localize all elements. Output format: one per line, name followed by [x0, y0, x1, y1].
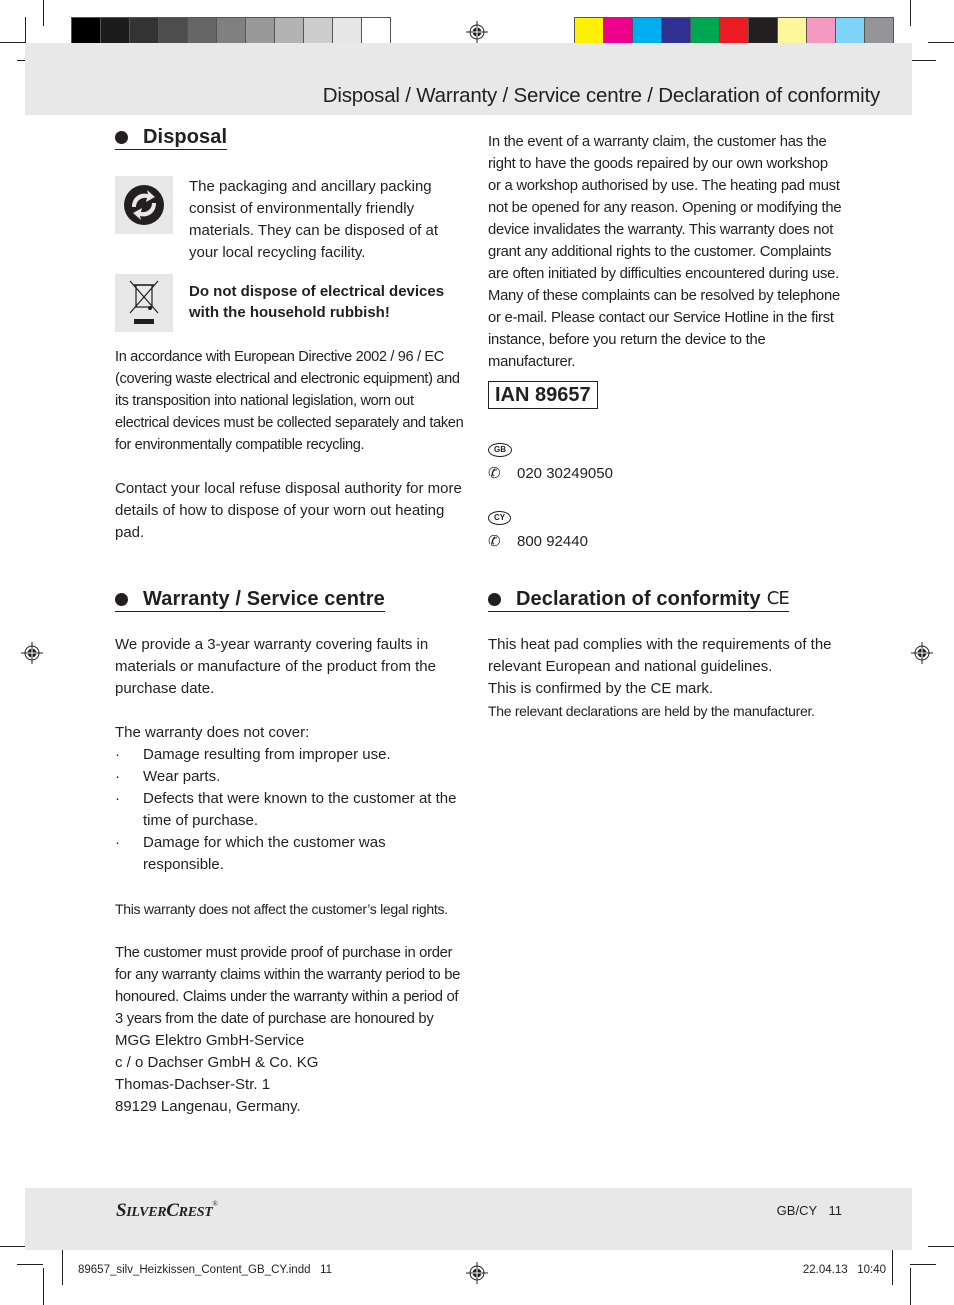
color-swatch	[130, 18, 158, 46]
phone-number[interactable]: 020 30249050	[517, 463, 613, 485]
color-swatch	[604, 18, 632, 46]
color-swatch	[72, 18, 100, 46]
left-column: Disposal The packaging and ancillary pac…	[115, 126, 467, 566]
warranty-heading: Warranty / Service centre	[115, 588, 385, 612]
weee-note: Do not dispose of electrical devices wit…	[115, 274, 467, 332]
crop-mark	[892, 1250, 893, 1285]
crop-mark	[43, 0, 44, 26]
address-line: Thomas-Dachser-Str. 1	[115, 1076, 271, 1093]
color-swatch	[633, 18, 661, 46]
logo-part: ILVER	[126, 1205, 167, 1220]
disposal-heading-text: Disposal	[143, 126, 228, 148]
crop-mark	[43, 1268, 44, 1305]
ian-number: IAN 89657	[488, 381, 598, 409]
slug-date: 22.04.13 10:40	[802, 1264, 886, 1276]
crop-mark	[910, 1268, 911, 1305]
phone-number[interactable]: 800 92440	[517, 531, 588, 553]
crop-mark	[910, 0, 911, 26]
address-line: MGG Elektro GmbH-Service	[115, 1032, 305, 1049]
color-swatch	[836, 18, 864, 46]
silvercrest-logo: SILVERCREST®	[116, 1200, 218, 1222]
conformity-section: Declaration of conformity CE This heat p…	[488, 588, 842, 722]
hotline-gb: GB ✆ 020 30249050	[488, 431, 842, 485]
color-swatch	[778, 18, 806, 46]
page-number: GB/CY 11	[776, 1203, 842, 1218]
country-badge-gb: GB	[488, 443, 512, 457]
color-swatch	[575, 18, 603, 46]
crop-mark	[17, 1264, 43, 1265]
crossed-out-wheelie-bin-icon	[115, 274, 173, 332]
logo-part: C	[166, 1200, 179, 1221]
green-dot-recycling-icon	[115, 176, 173, 234]
registered-mark: ®	[212, 1200, 218, 1208]
claim-text: In the event of a warranty claim, the cu…	[488, 134, 842, 370]
crop-mark	[910, 60, 936, 61]
color-swatch	[662, 18, 690, 46]
crop-mark	[0, 42, 26, 43]
bullet-icon	[488, 592, 501, 606]
color-swatch	[749, 18, 777, 46]
legal-rights-text: This warranty does not affect the custom…	[115, 901, 448, 917]
color-swatch	[333, 18, 361, 46]
logo-part: S	[116, 1200, 127, 1221]
service-address: MGG Elektro GmbH-Service c / o Dachser G…	[115, 1030, 467, 1118]
crop-mark	[0, 1246, 26, 1247]
phone-icon: ✆	[488, 465, 501, 482]
list-item: Defects that were known to the customer …	[115, 788, 467, 832]
color-swatch	[246, 18, 274, 46]
conformity-heading-text: Declaration of conformity	[516, 588, 761, 610]
conformity-line: This is confirmed by the CE mark.	[488, 680, 714, 697]
list-item: Damage for which the customer was respon…	[115, 832, 467, 876]
ce-mark-icon: CE	[766, 588, 790, 609]
crop-mark	[928, 42, 954, 43]
slug-filename: 89657_silv_Heizkissen_Content_GB_CY.indd…	[78, 1264, 333, 1276]
packaging-text: The packaging and ancillary packing cons…	[189, 178, 439, 261]
color-swatch	[217, 18, 245, 46]
conformity-heading: Declaration of conformity CE	[488, 588, 790, 612]
bullet-icon	[115, 130, 128, 144]
phone-icon: ✆	[488, 533, 501, 550]
address-line: c / o Dachser GmbH & Co. KG	[115, 1054, 319, 1071]
conformity-last-line: The relevant declarations are held by th…	[488, 703, 815, 719]
list-item: Wear parts.	[115, 766, 467, 788]
exclusions-list: Damage resulting from improper use. Wear…	[115, 744, 467, 876]
contact-text: Contact your local refuse disposal autho…	[115, 480, 462, 541]
color-swatch	[188, 18, 216, 46]
directive-text: In accordance with European Directive 20…	[115, 349, 464, 453]
bullet-icon	[115, 592, 128, 606]
proof-text: The customer must provide proof of purch…	[115, 945, 461, 1027]
disposal-heading: Disposal	[115, 126, 228, 150]
color-swatch	[159, 18, 187, 46]
not-cover-label: The warranty does not cover:	[115, 724, 310, 741]
warranty-heading-text: Warranty / Service centre	[143, 588, 385, 610]
registration-mark-icon	[21, 642, 43, 664]
country-badge-cy: CY	[488, 511, 512, 525]
registration-mark-icon	[911, 642, 933, 664]
color-swatch	[807, 18, 835, 46]
packaging-note: The packaging and ancillary packing cons…	[115, 176, 467, 264]
hotline-cy: CY ✆ 800 92440	[488, 499, 842, 553]
color-swatch	[362, 18, 390, 46]
crop-mark	[62, 1250, 63, 1285]
warranty-intro: We provide a 3-year warranty covering fa…	[115, 636, 436, 697]
crop-mark	[928, 1246, 954, 1247]
right-column: In the event of a warranty claim, the cu…	[488, 131, 842, 567]
crop-mark	[910, 1264, 936, 1265]
page-title: Disposal / Warranty / Service centre / D…	[322, 84, 880, 107]
color-swatch	[865, 18, 893, 46]
registration-mark-icon	[466, 1262, 488, 1284]
color-swatch	[275, 18, 303, 46]
color-swatch	[101, 18, 129, 46]
list-item: Damage resulting from improper use.	[115, 744, 467, 766]
conformity-line: This heat pad complies with the requirem…	[488, 636, 832, 675]
address-line: 89129 Langenau, Germany.	[115, 1098, 301, 1115]
color-swatch	[720, 18, 748, 46]
weee-warning: Do not dispose of electrical devices wit…	[189, 283, 445, 321]
warranty-section: Warranty / Service centre We provide a 3…	[115, 588, 467, 1118]
logo-part: REST	[178, 1205, 213, 1220]
color-swatch	[304, 18, 332, 46]
color-swatch	[691, 18, 719, 46]
registration-mark-icon	[466, 21, 488, 43]
